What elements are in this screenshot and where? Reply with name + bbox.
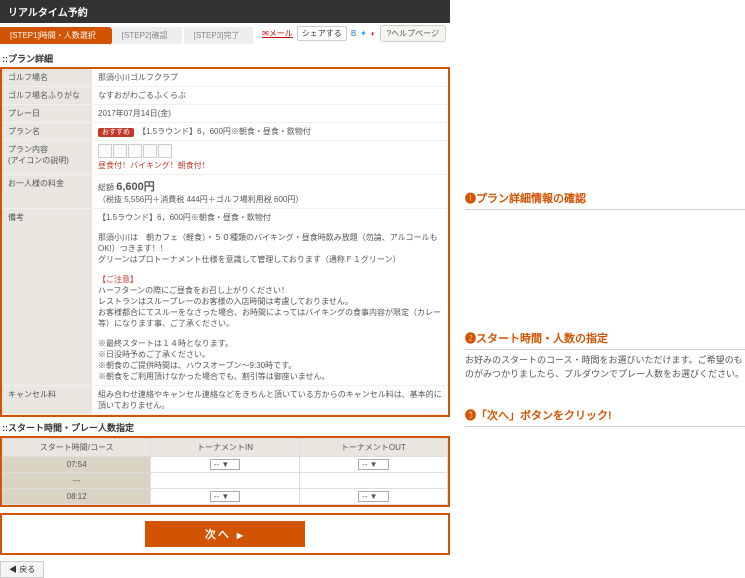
col-in: トーナメントIN xyxy=(151,439,299,457)
label-cancel: キャンセル料 xyxy=(2,386,92,415)
plan-detail-box: ゴルフ場名那須小川ゴルフクラブ ゴルフ場名ふりがななすおがわごるふくらぶ プレー… xyxy=(0,67,450,417)
value-notes: 【1.5ラウンド】6，600円※朝食・昼食・飲物付 那須小川は 朝カフェ（軽食）… xyxy=(92,209,448,386)
col-out: トーナメントOUT xyxy=(299,439,447,457)
share-button[interactable]: シェアする xyxy=(297,26,347,41)
value-price: 6,600円 xyxy=(116,181,155,193)
table-row: 07:54 -- ▼ -- ▼ xyxy=(3,457,448,473)
select-in-0812[interactable]: -- ▼ xyxy=(210,491,240,502)
time-0812: 08:12 xyxy=(3,489,151,505)
back-button[interactable]: ◀ 戻る xyxy=(0,561,44,578)
plan-badge: おすすめ xyxy=(98,128,134,137)
help-button[interactable]: ?ヘルプページ xyxy=(380,25,446,42)
social-other-icon[interactable]: ◐ xyxy=(371,29,376,38)
page-header: リアルタイム予約 xyxy=(0,0,450,23)
select-in-0754[interactable]: -- ▼ xyxy=(210,459,240,470)
label-date: プレー日 xyxy=(2,105,92,123)
next-button[interactable]: 次へ xyxy=(145,521,305,547)
next-bar: 次へ xyxy=(0,513,450,555)
value-plan: 【1.5ラウンド】6，600円※朝食・昼食・飲物付 xyxy=(138,127,311,136)
step-1[interactable]: [STEP1]時間・人数選択 xyxy=(0,27,110,44)
value-content: 昼食付！バイキング！朝食付！ xyxy=(98,161,210,170)
mail-link[interactable]: ✉メール xyxy=(262,28,293,39)
price-prefix: 総額 xyxy=(98,183,114,192)
value-kana: なすおがわごるふくらぶ xyxy=(92,87,448,105)
callout-1: ❶プラン詳細情報の確認 xyxy=(465,190,745,210)
select-out-0812[interactable]: -- ▼ xyxy=(358,491,388,502)
label-price: お一人様の料金 xyxy=(2,175,92,209)
step-3[interactable]: [STEP3]完了 xyxy=(184,27,254,44)
callout-3: ❸「次へ」ボタンをクリック! xyxy=(465,407,745,427)
toolbar: ✉メール シェアする B ✦ ◐ ?ヘルプページ xyxy=(262,25,446,42)
value-date: 2017年07月14日(金) xyxy=(92,105,448,123)
plan-icons xyxy=(98,144,442,160)
step-2[interactable]: [STEP2]確認 xyxy=(112,27,182,44)
tee-time-box: スタート時間/コース トーナメントIN トーナメントOUT 07:54 -- ▼… xyxy=(0,436,450,507)
label-kana: ゴルフ場名ふりがな xyxy=(2,87,92,105)
callout-2: ❷スタート時間・人数の指定 お好みのスタートのコース・時間をお選びいただけます。… xyxy=(465,330,745,381)
price-note: （税抜 5,556円＋消費税 444円＋ゴルフ場利用税 600円） xyxy=(98,195,303,204)
time-gap: --- xyxy=(3,473,151,489)
label-course: ゴルフ場名 xyxy=(2,69,92,87)
social-twitter-icon[interactable]: ✦ xyxy=(360,29,367,38)
select-out-0754[interactable]: -- ▼ xyxy=(358,459,388,470)
tee-time-title: ::スタート時間・プレー人数指定 xyxy=(2,421,450,434)
label-plan: プラン名 xyxy=(2,123,92,141)
social-b-icon[interactable]: B xyxy=(351,29,356,38)
value-cancel: 組み合わせ連絡やキャンセル連絡などをきちんと頂いている方からのキャンセル料は、基… xyxy=(92,386,448,415)
label-notes: 備考 xyxy=(2,209,92,386)
value-course: 那須小川ゴルフクラブ xyxy=(92,69,448,87)
plan-detail-title: ::プラン詳細 xyxy=(2,52,450,65)
time-0754: 07:54 xyxy=(3,457,151,473)
step-bar: [STEP1]時間・人数選択 [STEP2]確認 [STEP3]完了 ✉メール … xyxy=(0,23,450,48)
label-content: プラン内容(アイコンの説明) xyxy=(2,141,92,175)
table-row: 08:12 -- ▼ -- ▼ xyxy=(3,489,448,505)
table-row: --- xyxy=(3,473,448,489)
col-time: スタート時間/コース xyxy=(3,439,151,457)
